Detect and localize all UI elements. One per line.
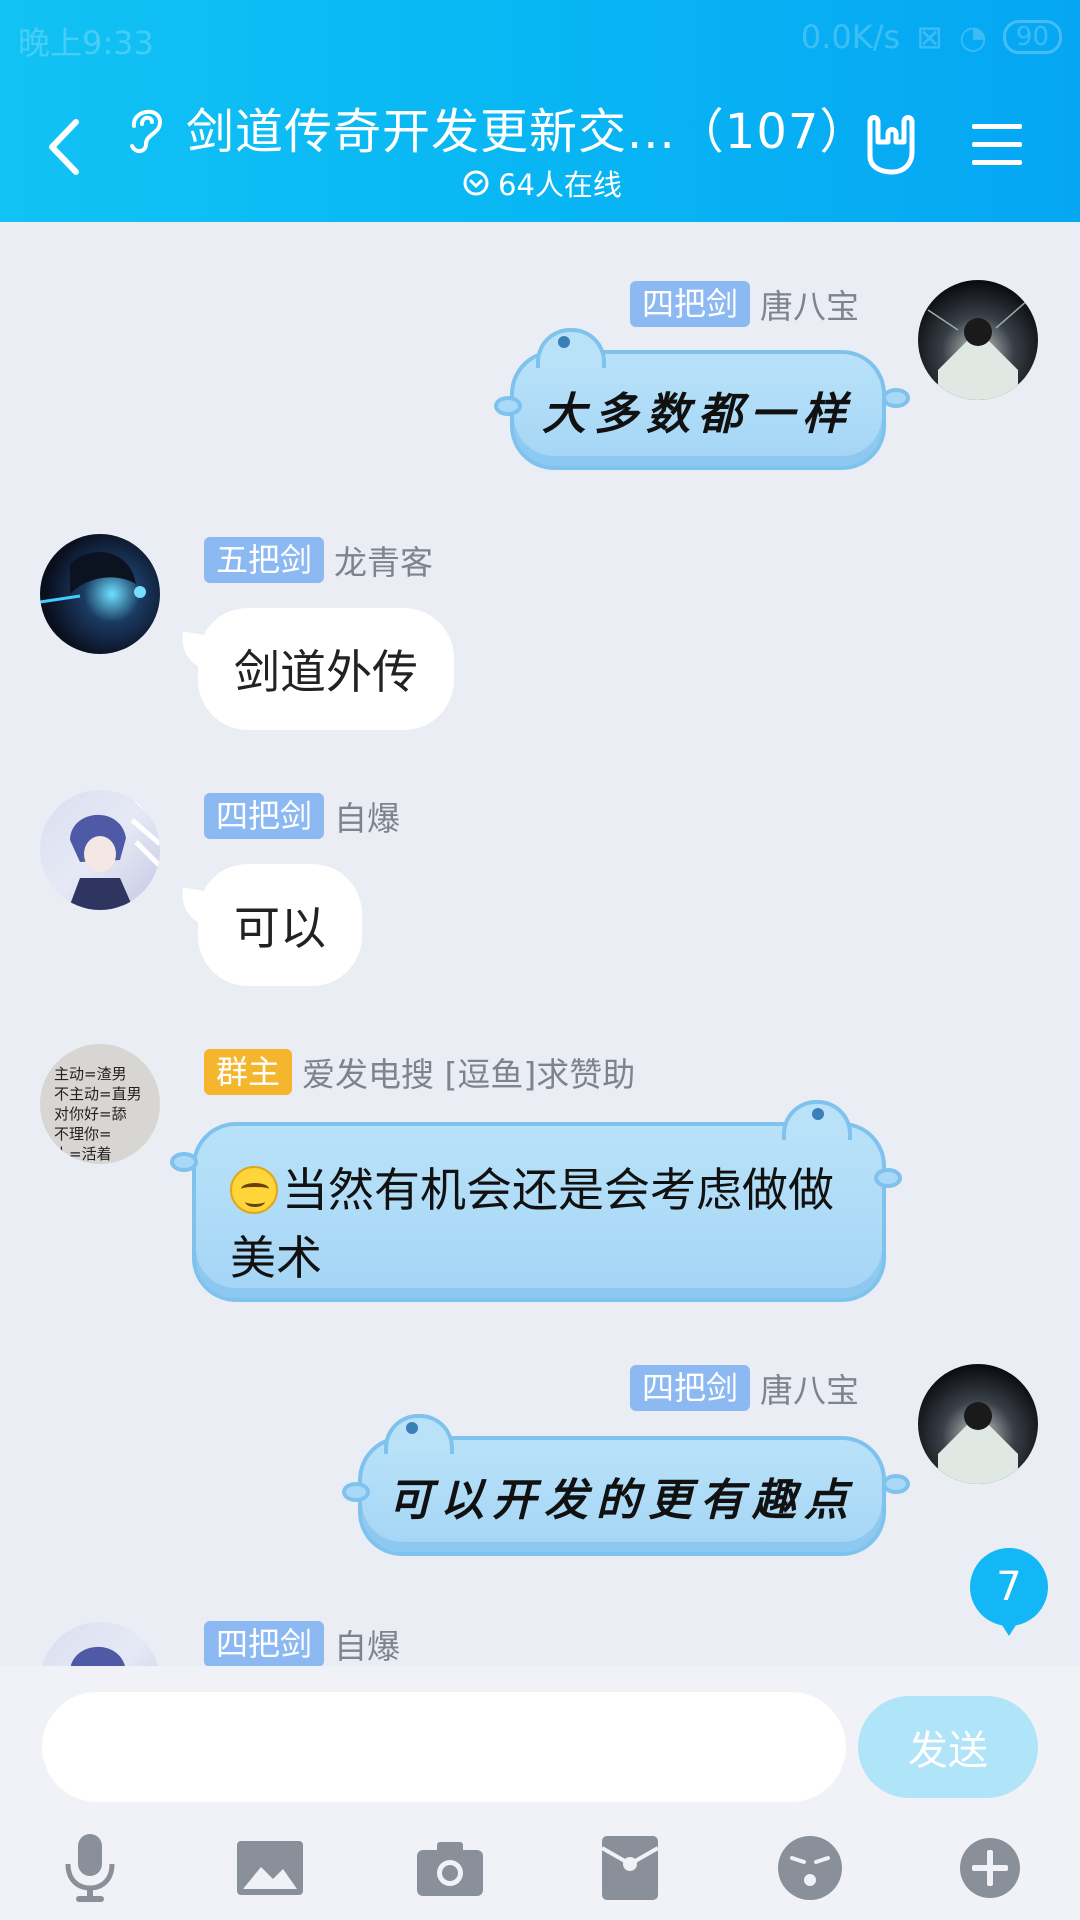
online-status[interactable]: 64人在线 xyxy=(462,162,622,204)
avatar[interactable]: 主动=渣男 不主动=直男 对你好=舔 不理你= 人=活着 xyxy=(40,1044,160,1164)
owner-badge: 群主 xyxy=(204,1049,293,1095)
mic-icon[interactable] xyxy=(50,1828,130,1908)
back-button[interactable] xyxy=(40,112,90,182)
sender-info: 群主 爱发电搜 [逗鱼]求赞助 xyxy=(204,1048,635,1096)
sender-name: 爱发电搜 [逗鱼]求赞助 xyxy=(302,1055,636,1094)
avatar-figure-icon xyxy=(68,798,160,910)
message-bubble[interactable]: 可以 xyxy=(198,864,362,986)
chat-header: 晚上9:33 0.0K/s ⊠ ◔ 90 剑道传奇开发更新交...（107） 6… xyxy=(0,0,1080,222)
avatar-figure-icon xyxy=(938,1402,1018,1484)
avatar[interactable] xyxy=(40,534,160,654)
avatar-figure-icon xyxy=(40,552,146,604)
group-title[interactable]: 剑道传奇开发更新交...（107） xyxy=(186,92,868,162)
image-icon[interactable] xyxy=(230,1828,310,1908)
group-fun-button[interactable] xyxy=(860,112,920,176)
sender-info: 四把剑 自爆 xyxy=(204,792,400,840)
status-bar: 晚上9:33 0.0K/s ⊠ ◔ 90 xyxy=(18,14,1062,62)
menu-button[interactable] xyxy=(970,120,1024,170)
sender-name: 唐八宝 xyxy=(760,1371,860,1410)
message-text: 大多数都一样 xyxy=(542,389,854,440)
rank-badge: 四把剑 xyxy=(630,281,751,327)
red-packet-icon[interactable] xyxy=(590,1828,670,1908)
message-bubble[interactable]: 剑道外传 xyxy=(198,608,454,730)
sender-info: 四把剑 唐八宝 xyxy=(630,1364,859,1412)
message-text: 当然有机会还是会考虑做做美术 xyxy=(230,1163,834,1285)
message-input[interactable] xyxy=(42,1692,846,1802)
rank-badge: 四把剑 xyxy=(630,1365,751,1411)
avatar-figure-icon xyxy=(70,1646,125,1666)
rank-badge: 五把剑 xyxy=(204,537,325,583)
back-arrow-icon xyxy=(49,119,79,175)
status-time: 晚上9:33 xyxy=(18,24,154,62)
send-button[interactable]: 发送 xyxy=(858,1696,1038,1798)
message-list[interactable]: 四把剑 唐八宝 大多数都一样 五把剑 龙青客 剑道外传 四把剑 自爆 可以 主动… xyxy=(0,222,1080,1666)
toolbar xyxy=(0,1816,1080,1920)
ear-icon[interactable] xyxy=(122,100,170,156)
network-speed: 0.0K/s xyxy=(800,18,901,56)
message-text: 剑道外传 xyxy=(234,645,418,699)
sim-icon: ⊠ xyxy=(916,18,943,56)
wifi-icon: ◔ xyxy=(958,18,987,56)
sender-name: 自爆 xyxy=(334,799,401,838)
rank-badge: 四把剑 xyxy=(204,793,325,839)
avatar[interactable] xyxy=(40,1622,160,1666)
message-bubble[interactable]: 当然有机会还是会考虑做做美术 xyxy=(170,1100,902,1302)
battery-icon: 90 xyxy=(1002,20,1062,54)
online-count: 64人在线 xyxy=(498,168,622,202)
sender-name: 自爆 xyxy=(334,1627,401,1666)
message-bubble[interactable]: 可以开发的更有趣点 xyxy=(342,1414,910,1556)
rock-hand-icon xyxy=(867,115,915,175)
avatar-figure-icon xyxy=(927,299,1029,400)
plus-icon[interactable] xyxy=(950,1828,1030,1908)
message-text: 可以开发的更有趣点 xyxy=(388,1475,856,1526)
emoji-icon[interactable] xyxy=(770,1828,850,1908)
message-bubble[interactable]: 大多数都一样 xyxy=(494,328,910,470)
unread-count-badge[interactable]: 7 xyxy=(970,1548,1048,1636)
hamburger-icon xyxy=(972,124,1022,165)
camera-icon[interactable] xyxy=(410,1828,490,1908)
chevron-down-circle-icon xyxy=(463,170,489,196)
sender-name: 龙青客 xyxy=(334,543,434,582)
avatar[interactable] xyxy=(918,1364,1038,1484)
avatar[interactable] xyxy=(40,790,160,910)
sender-info: 四把剑 唐八宝 xyxy=(630,280,859,328)
rank-badge: 四把剑 xyxy=(204,1621,325,1666)
message-text: 可以 xyxy=(234,901,326,955)
sender-info: 四把剑 自爆 xyxy=(204,1620,400,1666)
sender-name: 唐八宝 xyxy=(760,287,860,326)
avatar[interactable] xyxy=(918,280,1038,400)
sender-info: 五把剑 龙青客 xyxy=(204,536,433,584)
input-bar: 发送 xyxy=(0,1666,1080,1920)
grin-emoji-icon xyxy=(230,1166,278,1214)
